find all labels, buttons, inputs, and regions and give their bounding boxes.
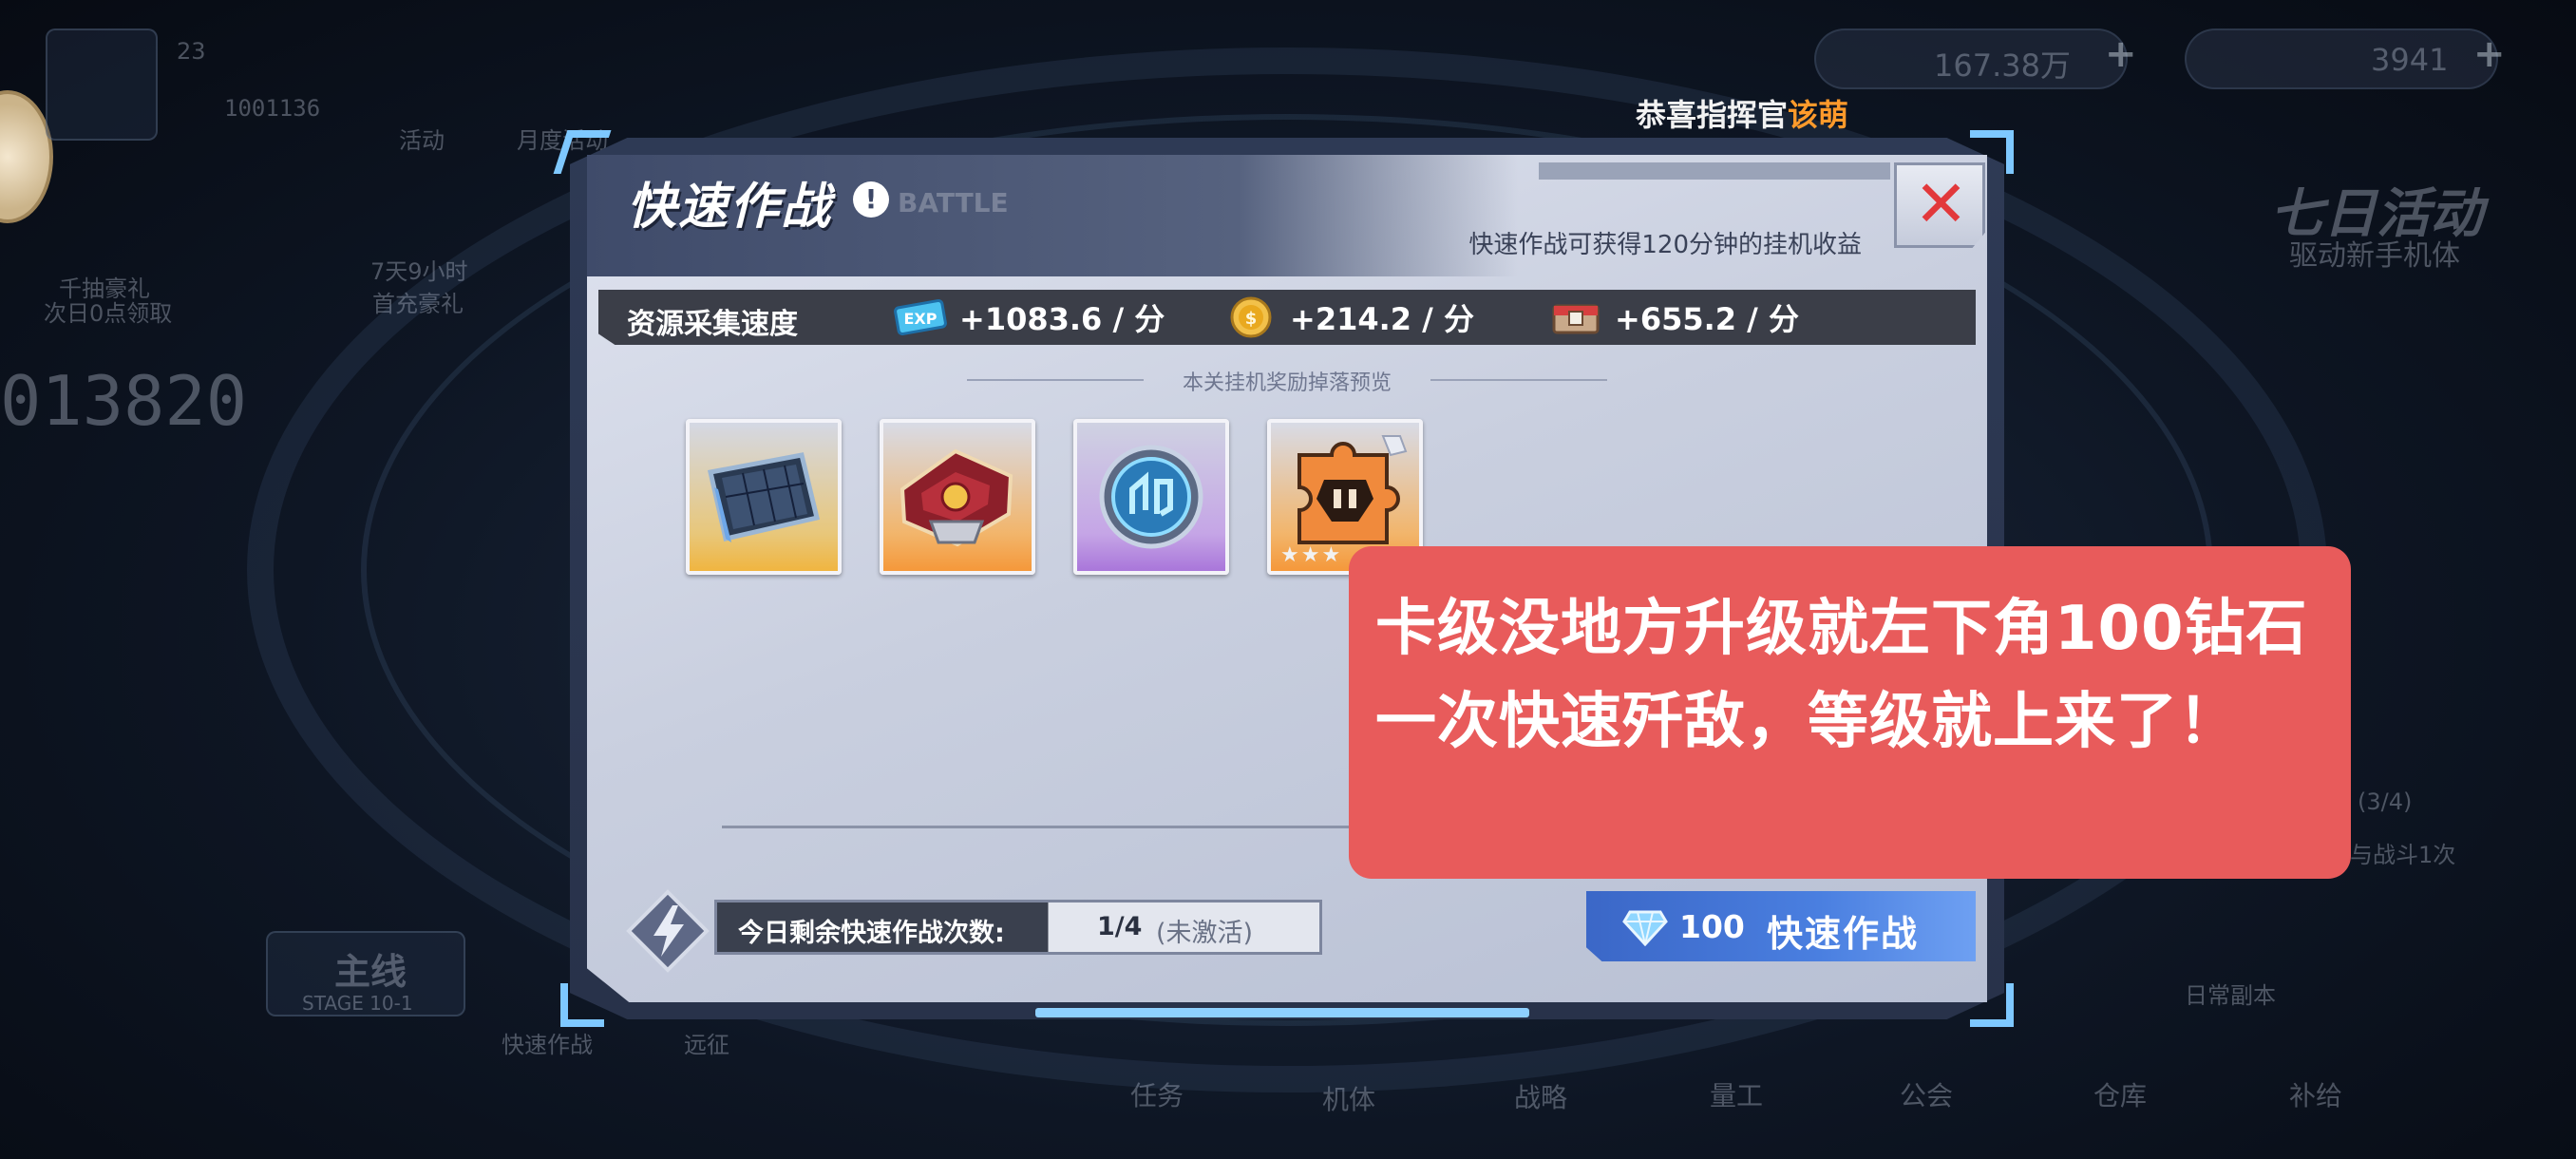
add-gold-icon[interactable]: + [2105,32,2137,76]
daily-dungeon[interactable]: 日常副本 [2185,977,2276,1010]
nav-warehouse[interactable]: 仓库 [2093,1075,2147,1113]
expedition-shortcut[interactable]: 远征 [684,1026,729,1059]
nav-guild[interactable]: 公会 [1900,1075,1953,1113]
item-star-rating: ★★★ [1280,543,1343,567]
frame-corner [560,983,604,1027]
button-label: 快速作战 [1767,913,1920,955]
dialog-title-en: BATTLE [898,187,1009,218]
event-label-1[interactable]: 活动 [399,122,445,155]
exp-rate: EXP +1083.6 / 分 [893,295,1165,339]
player-level: 23 [177,38,206,65]
promo-2-line1[interactable]: 7天9小时 [370,253,468,286]
close-button[interactable]: ✕ [1894,162,1985,248]
annotation-text: 卡级没地方升级就左下角100钻石一次快速歼敌，等级就上来了！ [1375,594,2308,757]
campaign-label: 主线 [334,951,407,993]
armor-plate-icon [707,452,821,542]
congrats-toast: 恭喜指挥官该萌 [1636,91,1848,135]
mech-core-icon [900,448,1013,547]
reward-item-armor-plate[interactable] [686,419,842,575]
svg-text:EXP: EXP [904,310,938,328]
diamond-counter [2185,28,2498,89]
drop-preview-title: 本关挂机奖励掉落预览 [1182,371,1392,395]
svg-text:$: $ [1245,309,1258,329]
exp-icon: EXP [893,296,948,338]
parts-rate-value: +655.2 / 分 [1615,301,1800,337]
exp-rate-value: +1083.6 / 分 [959,301,1165,337]
nav-mechs[interactable]: 机体 [1322,1079,1375,1117]
promo-2-line2[interactable]: 首充豪礼 [372,285,464,318]
token-icon [1099,445,1203,549]
gold-rate: $ +214.2 / 分 [1223,295,1474,339]
parts-crate-icon [1548,296,1603,338]
diamond-amount: 3941 [2371,42,2449,78]
player-id: 1001136 [224,95,321,122]
toast-prefix: 恭喜指挥官 [1636,97,1789,133]
close-icon: ✕ [1914,167,1968,242]
nav-tasks[interactable]: 任务 [1130,1075,1184,1113]
dialog-subtitle: 快速作战可获得120分钟的挂机收益 [1468,231,1862,259]
event-banner-sub[interactable]: 驱动新手机体 [2289,232,2460,274]
lightning-icon [626,889,710,973]
toast-player-name: 该萌 [1788,97,1849,133]
quick-battle-shortcut[interactable]: 快速作战 [502,1026,593,1059]
combat-power: 013820 [0,361,248,441]
rate-label: 资源采集速度 [627,308,798,341]
daily-progress: (3/4) [2358,788,2413,815]
annotation-note: 卡级没地方升级就左下角100钻石一次快速歼敌，等级就上来了！ [1349,546,2351,879]
parts-rate: +655.2 / 分 [1548,295,1799,339]
player-avatar[interactable] [46,28,158,141]
dialog-bottom-glow [1035,1008,1529,1017]
dialog-title: 快速作战 [627,179,833,236]
reward-items: ★★★ [686,419,1423,575]
remaining-value: 1/4 [1097,912,1143,941]
add-diamond-icon[interactable]: + [2473,32,2506,76]
gold-amount: 167.38万 [1934,48,2071,84]
nav-supply[interactable]: 补给 [2289,1075,2342,1113]
diamond-icon [1622,910,1668,946]
info-icon[interactable]: ! [853,181,889,218]
nav-workshop[interactable]: 量工 [1710,1075,1763,1113]
remaining-count-bar: 今日剩余快速作战次数: 1/4 (未激活) [714,900,1322,955]
reward-item-blue-token[interactable] [1073,419,1229,575]
promo-1-line2[interactable]: 次日0点领取 [44,294,172,328]
gold-rate-value: +214.2 / 分 [1290,301,1475,337]
button-cost: 100 [1679,908,1745,945]
remaining-status: (未激活) [1156,919,1254,948]
reward-item-mech-core[interactable] [880,419,1035,575]
campaign-stage: STAGE 10-1 [302,992,413,1015]
gold-coin-icon: $ [1223,296,1279,338]
remaining-label: 今日剩余快速作战次数: [738,919,1005,948]
resource-rate-bar: 资源采集速度 EXP +1083.6 / 分 $ +214.2 / 分 +655… [598,290,1976,345]
quick-battle-button[interactable]: 100 快速作战 [1586,891,1976,961]
nav-strategy[interactable]: 战略 [1514,1077,1567,1115]
preview-divider-right [1430,379,1607,381]
header-deco-bar [1539,162,1890,180]
